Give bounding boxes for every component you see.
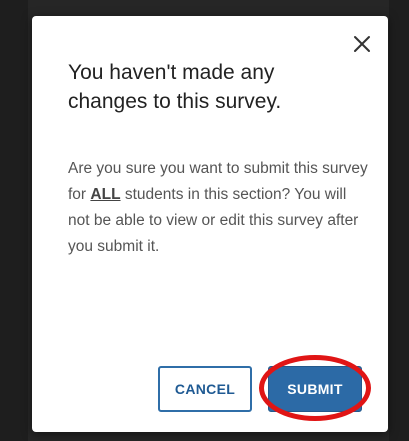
page-background-right — [389, 0, 409, 441]
close-icon — [353, 35, 371, 53]
dialog-message: Are you sure you want to submit this sur… — [68, 156, 368, 260]
page-background-left — [0, 0, 28, 441]
dialog-title: You haven't made any changes to this sur… — [68, 61, 282, 113]
confirm-submit-dialog: You haven't made any changes to this sur… — [32, 16, 388, 432]
submit-button[interactable]: SUBMIT — [268, 366, 362, 412]
close-button[interactable] — [350, 32, 374, 56]
dialog-message-emphasis: ALL — [90, 186, 121, 203]
cancel-button[interactable]: CANCEL — [158, 366, 252, 412]
